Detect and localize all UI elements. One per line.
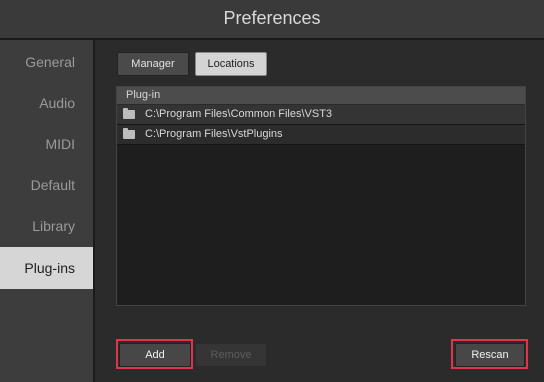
- sidebar-item-default[interactable]: Default: [31, 177, 75, 193]
- tab-manager[interactable]: Manager: [117, 52, 189, 76]
- column-header-plug-in[interactable]: Plug-in: [117, 87, 525, 105]
- window-title: Preferences: [0, 0, 544, 40]
- sidebar-item-general[interactable]: General: [25, 54, 75, 70]
- sidebar-item-audio[interactable]: Audio: [39, 95, 75, 111]
- plugin-locations-list[interactable]: Plug-in C:\Program Files\Common Files\VS…: [116, 86, 526, 306]
- list-item[interactable]: C:\Program Files\VstPlugins: [117, 125, 525, 145]
- sidebar: General Audio MIDI Default Library Plug-…: [0, 40, 95, 382]
- tab-locations[interactable]: Locations: [195, 52, 267, 76]
- sidebar-item-library[interactable]: Library: [32, 218, 75, 234]
- folder-icon: [123, 108, 135, 119]
- rescan-button[interactable]: Rescan: [455, 343, 525, 367]
- location-path: C:\Program Files\Common Files\VST3: [145, 108, 333, 120]
- sidebar-item-midi[interactable]: MIDI: [45, 136, 75, 152]
- preferences-window: Preferences General Audio MIDI Default L…: [0, 0, 544, 382]
- plugins-panel: Manager Locations Plug-in C:\Program Fil…: [95, 40, 544, 382]
- location-path: C:\Program Files\VstPlugins: [145, 128, 283, 140]
- list-item[interactable]: C:\Program Files\Common Files\VST3: [117, 105, 525, 125]
- folder-icon: [123, 128, 135, 139]
- add-button[interactable]: Add: [119, 343, 191, 367]
- remove-button[interactable]: Remove: [195, 343, 267, 367]
- sidebar-item-plug-ins[interactable]: Plug-ins: [0, 247, 93, 289]
